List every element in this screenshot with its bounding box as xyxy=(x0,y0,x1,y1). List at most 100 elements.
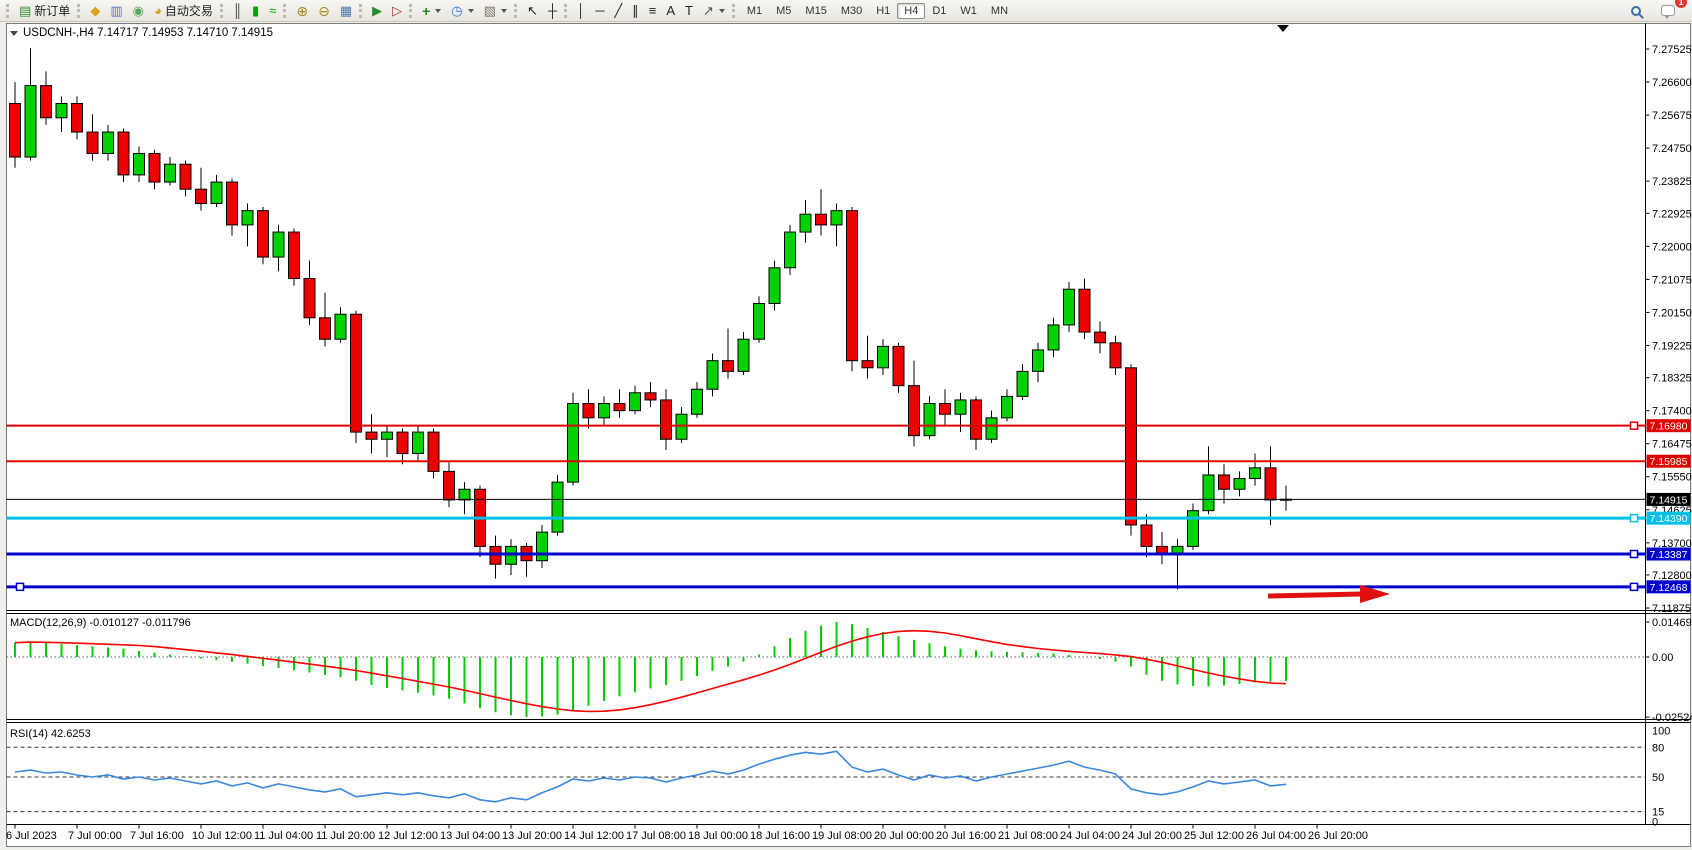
equidistant-channel-button[interactable]: ∥ xyxy=(627,1,644,21)
timeframe-m1[interactable]: M1 xyxy=(740,3,769,19)
candle-body xyxy=(180,164,191,189)
signals-button[interactable]: ◉ xyxy=(128,1,149,21)
candle-body xyxy=(289,232,300,278)
toolbar-grip[interactable] xyxy=(732,4,736,18)
tile-windows-button[interactable]: ▦ xyxy=(335,1,357,21)
toolbar-grip[interactable] xyxy=(77,4,81,18)
timeframe-h1[interactable]: H1 xyxy=(869,3,897,19)
market-watch-button[interactable]: ▥ xyxy=(105,1,127,21)
line-chart-button[interactable]: ≈ xyxy=(264,1,281,21)
cursor-button[interactable]: ↖ xyxy=(522,1,543,21)
zoom-out-button[interactable]: ⊖ xyxy=(313,1,335,21)
trendline-button[interactable]: ╱ xyxy=(609,1,627,21)
line-handle[interactable] xyxy=(1631,551,1638,558)
candle-body xyxy=(893,346,904,385)
line-handle[interactable] xyxy=(17,583,24,590)
time-tick-label: 11 Jul 20:00 xyxy=(316,830,375,842)
chat-icon xyxy=(1661,5,1675,16)
macd-scale-label: 0.014691 xyxy=(1652,617,1692,629)
auto-trading-button[interactable]: ◕自动交易 xyxy=(149,1,218,21)
crosshair-button[interactable]: ┼ xyxy=(543,1,562,21)
horizontal-line-button[interactable]: ─ xyxy=(590,1,609,21)
zoom-out-icon: ⊖ xyxy=(318,1,330,21)
timeframe-h4[interactable]: H4 xyxy=(897,3,925,19)
candle-body xyxy=(273,232,284,257)
charts-button[interactable]: ◆ xyxy=(85,1,105,21)
timeframe-m15[interactable]: M15 xyxy=(798,3,833,19)
toolbar-grip[interactable] xyxy=(359,4,363,18)
time-tick-label: 10 Jul 12:00 xyxy=(192,830,252,842)
time-tick-label: 24 Jul 20:00 xyxy=(1122,830,1182,842)
candle-body xyxy=(1188,511,1199,547)
toolbar-grip[interactable] xyxy=(6,4,10,18)
candle-body xyxy=(72,103,83,132)
candle-body xyxy=(56,103,67,117)
toolbar-right: 1 xyxy=(1626,1,1688,21)
templates-button[interactable]: ▧ xyxy=(479,1,512,21)
candle-body xyxy=(552,482,563,532)
candle-body xyxy=(335,314,346,339)
new-order-button[interactable]: ▤新订单 xyxy=(14,1,75,21)
toolbar-grip[interactable] xyxy=(283,4,287,18)
candle-body xyxy=(1126,368,1137,525)
chart-dropdown-icon[interactable] xyxy=(10,31,18,36)
timeframe-w1[interactable]: W1 xyxy=(953,3,984,19)
candlestick-chart-button[interactable]: ▮ xyxy=(247,1,264,21)
toolbar-grip[interactable] xyxy=(564,4,568,18)
toolbar-grip[interactable] xyxy=(220,4,224,18)
candle-body xyxy=(1095,332,1106,343)
text-button[interactable]: A xyxy=(661,1,680,21)
time-tick-label: 26 Jul 20:00 xyxy=(1308,830,1368,842)
chart-canvas[interactable]: 7.275257.266007.256757.247507.238257.229… xyxy=(0,22,1692,850)
toolbar-group: ▤新订单 xyxy=(4,0,75,22)
line-handle[interactable] xyxy=(1631,583,1638,590)
candle-body xyxy=(1079,289,1090,332)
line-handle[interactable] xyxy=(1631,515,1638,522)
search-button[interactable] xyxy=(1626,1,1646,21)
channel-icon: ∥ xyxy=(632,1,639,21)
fibo-icon: ≡ xyxy=(649,1,657,21)
time-tick-label: 11 Jul 04:00 xyxy=(254,830,313,842)
candle-body xyxy=(1234,479,1245,490)
time-tick-label: 17 Jul 08:00 xyxy=(626,830,686,842)
line-handle[interactable] xyxy=(1631,422,1638,429)
zoom-in-icon: ⊕ xyxy=(296,1,308,21)
candle-body xyxy=(769,268,780,304)
candle-body xyxy=(568,404,579,483)
hline-tag-label: 7.16980 xyxy=(1650,421,1688,433)
zoom-in-button[interactable]: ⊕ xyxy=(291,1,313,21)
rsi-scale-label: 80 xyxy=(1652,742,1664,754)
candle-body xyxy=(831,211,842,225)
hline-icon: ─ xyxy=(595,1,604,21)
shapes-button[interactable]: ↗ xyxy=(698,1,730,21)
candle-body xyxy=(862,361,873,368)
timeframe-m30[interactable]: M30 xyxy=(834,3,869,19)
toolbar-grip[interactable] xyxy=(514,4,518,18)
price-tick-label: 7.15550 xyxy=(1652,472,1692,484)
timeframe-m5[interactable]: M5 xyxy=(769,3,798,19)
candle-body xyxy=(444,471,455,500)
periods-button[interactable]: ◷ xyxy=(446,1,478,21)
timeframe-d1[interactable]: D1 xyxy=(925,3,953,19)
candle-body xyxy=(800,214,811,232)
toolbar-grip[interactable] xyxy=(409,4,413,18)
candle-body xyxy=(10,103,21,157)
candle-body xyxy=(676,414,687,439)
toolbar-group: ⊕ ⊖▦ xyxy=(281,0,357,22)
text-label-button[interactable]: T xyxy=(680,1,698,21)
chart-shift-button[interactable]: ▷ xyxy=(387,1,407,21)
chart-title-bar[interactable]: USDCNH-,H4 7.14717 7.14953 7.14710 7.149… xyxy=(10,27,273,39)
indicators-button[interactable]: + xyxy=(417,1,446,21)
bar-chart-button[interactable]: ║ xyxy=(228,1,247,21)
auto-scroll-button[interactable]: ▶ xyxy=(367,1,387,21)
candle-body xyxy=(1172,546,1183,553)
candle-body xyxy=(971,400,982,439)
timeframe-mn[interactable]: MN xyxy=(984,3,1015,19)
rsi-scale-label: 0 xyxy=(1652,817,1658,829)
notification-badge: 1 xyxy=(1675,0,1687,8)
time-tick-label: 18 Jul 00:00 xyxy=(688,830,748,842)
notifications-button[interactable]: 1 xyxy=(1656,1,1680,21)
dropdown-caret-icon xyxy=(468,9,474,13)
fibonacci-button[interactable]: ≡ xyxy=(644,1,662,21)
vertical-line-button[interactable]: │ xyxy=(572,1,590,21)
